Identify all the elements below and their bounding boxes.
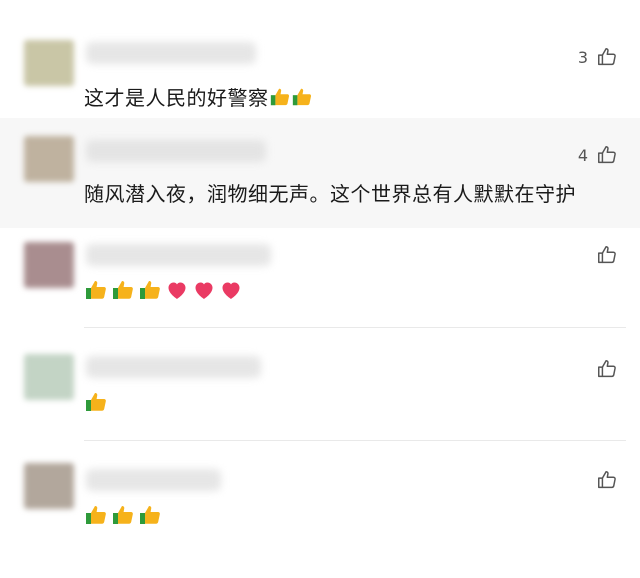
like-button[interactable]: 3 — [578, 46, 618, 68]
avatar[interactable] — [24, 354, 74, 400]
comment-item: 3 这才是人民的好警察 — [0, 0, 640, 118]
thumbs-up-outline-icon — [598, 146, 616, 164]
comment-item — [0, 441, 640, 578]
like-button[interactable] — [588, 469, 618, 491]
comment-text: 随风潜入夜，润物细无声。这个世界总有人默默在守护 — [84, 182, 576, 206]
like-button[interactable] — [588, 358, 618, 380]
comment-text-content: 这才是人民的好警察 — [84, 86, 269, 110]
emoji-row — [84, 390, 108, 414]
emoji-row — [84, 278, 243, 302]
thumbs-up-outline-icon — [598, 48, 616, 66]
username-blurred[interactable] — [86, 356, 261, 378]
emoji-row — [84, 503, 162, 527]
thumbs-up-emoji — [86, 281, 106, 299]
heart-emoji — [195, 282, 213, 299]
avatar[interactable] — [24, 40, 74, 86]
thumbs-up-emoji — [113, 281, 133, 299]
thumbs-up-outline-icon — [598, 246, 616, 264]
comment-text: 这才是人民的好警察 — [84, 82, 313, 111]
like-count: 3 — [577, 47, 588, 67]
comment-item: 4 随风潜入夜，润物细无声。这个世界总有人默默在守护 — [0, 118, 640, 228]
thumbs-up-emoji — [140, 281, 160, 299]
username-blurred[interactable] — [86, 42, 256, 64]
heart-emoji — [222, 282, 240, 299]
thumbs-up-outline-icon — [598, 360, 616, 378]
username-blurred[interactable] — [86, 469, 221, 491]
username-blurred[interactable] — [86, 140, 266, 162]
username-blurred[interactable] — [86, 244, 271, 266]
thumbs-up-outline-icon — [598, 471, 616, 489]
comment-item — [0, 328, 640, 440]
avatar[interactable] — [24, 242, 74, 288]
thumbs-up-emoji — [292, 88, 311, 106]
heart-emoji — [168, 282, 186, 299]
like-count: 4 — [577, 145, 588, 165]
comment-item — [0, 228, 640, 328]
thumbs-up-emoji — [113, 506, 133, 524]
thumbs-up-emoji — [86, 393, 106, 411]
like-button[interactable]: 4 — [578, 144, 618, 166]
avatar[interactable] — [24, 136, 74, 182]
like-button[interactable] — [588, 244, 618, 266]
thumbs-up-emoji — [140, 506, 160, 524]
avatar[interactable] — [24, 463, 74, 509]
thumbs-up-emoji — [86, 506, 106, 524]
thumbs-up-emoji — [270, 88, 289, 106]
